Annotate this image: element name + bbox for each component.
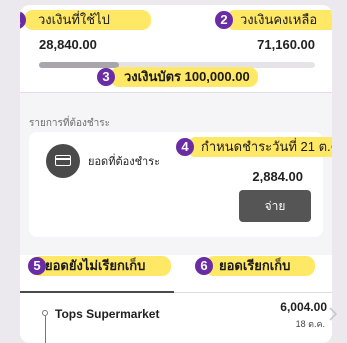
used-limit-label: วงเงินที่ใช้ไป (24, 10, 151, 30)
credit-limit-summary: วงเงินที่ใช้ไป 1 วงเงินคงเหลือ 2 28,840.… (20, 5, 332, 93)
transaction-merchant: Tops Supermarket (55, 307, 160, 321)
used-amount: 28,840.00 (39, 37, 97, 52)
credit-card-summary-card: วงเงินที่ใช้ไป 1 วงเงินคงเหลือ 2 28,840.… (20, 5, 332, 343)
card-limit-label: วงเงินบัตร 100,000.00 (110, 67, 258, 87)
payment-due-amount: 2,884.00 (252, 169, 303, 184)
credit-card-icon (46, 144, 80, 178)
tab-divider (174, 292, 332, 293)
tab-billed[interactable]: ยอดเรียกเก็บ (205, 256, 315, 276)
active-tab-indicator (20, 291, 174, 293)
pay-button[interactable]: จ่าย (239, 190, 311, 222)
payment-section-label: รายการที่ต้องชำระ (29, 118, 111, 129)
transaction-amount: 6,004.00 (280, 300, 327, 314)
due-date-label: กำหนดชำระวันที่ 21 ต.ค. (187, 137, 332, 157)
tab-unbilled[interactable]: ยอดยังไม่เรียกเก็บ (31, 256, 171, 276)
chevron-right-icon (329, 307, 338, 321)
annotation-badge-6: 6 (195, 257, 213, 275)
annotation-badge-3: 3 (97, 68, 115, 86)
annotation-badge-2: 2 (215, 11, 233, 29)
annotation-badge-5: 5 (28, 257, 46, 275)
remaining-limit-label: วงเงินคงเหลือ (226, 10, 332, 30)
remaining-amount: 71,160.00 (257, 37, 315, 52)
timeline-line (45, 316, 46, 343)
annotation-badge-4: 4 (176, 138, 194, 156)
payment-due-label: ยอดที่ต้องชำระ (88, 156, 161, 168)
transaction-date: 18 ต.ค. (295, 319, 325, 329)
